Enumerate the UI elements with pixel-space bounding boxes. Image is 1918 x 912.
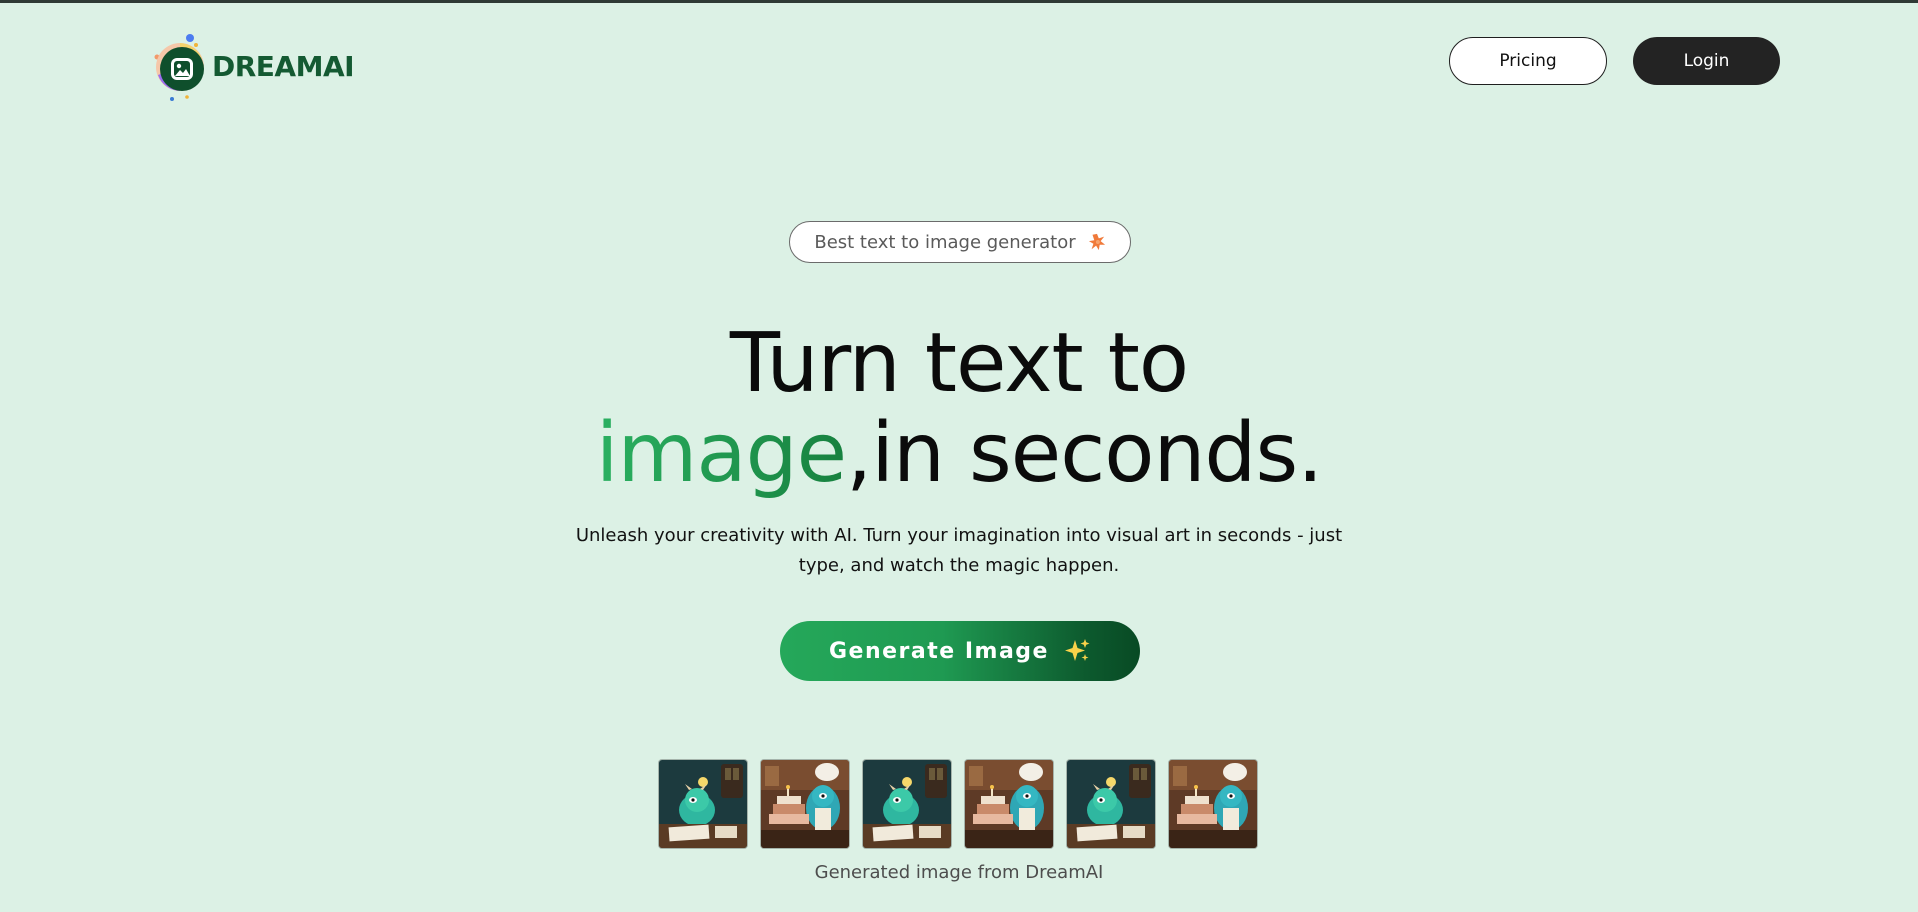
- generate-image-button[interactable]: Generate Image: [780, 621, 1140, 681]
- logo[interactable]: DREAMAI: [150, 31, 355, 101]
- gallery-caption: Generated image from DreamAI: [814, 862, 1104, 883]
- badge-text: Best text to image generator: [814, 231, 1076, 253]
- gallery-thumbnail-monster-writing[interactable]: [863, 760, 951, 848]
- headline-line-1: Turn text to: [729, 316, 1189, 411]
- headline-line-2: image,in seconds.: [0, 413, 1918, 495]
- hero-description: Unleash your creativity with AI. Turn yo…: [575, 525, 1343, 576]
- tagline-badge: Best text to image generator: [789, 221, 1131, 263]
- pricing-button[interactable]: Pricing: [1449, 37, 1607, 85]
- sparkles-icon: [1063, 637, 1091, 665]
- gallery-thumbnail-monster-cake[interactable]: [965, 760, 1053, 848]
- login-button[interactable]: Login: [1633, 37, 1780, 85]
- gallery-thumbnail-monster-cake[interactable]: [1169, 760, 1257, 848]
- gallery-thumbnail-monster-writing[interactable]: [659, 760, 747, 848]
- generated-gallery: [659, 760, 1257, 848]
- logo-icon: [150, 31, 208, 101]
- gallery-thumbnail-monster-writing[interactable]: [1067, 760, 1155, 848]
- headline-line-2-rest: ,in seconds.: [846, 406, 1323, 501]
- gallery-thumbnail-monster-cake[interactable]: [761, 760, 849, 848]
- generate-image-label: Generate Image: [829, 638, 1049, 664]
- headline-highlight: image: [595, 406, 847, 501]
- logo-text: DREAMAI: [212, 49, 355, 83]
- star-burst-icon: [1088, 233, 1106, 251]
